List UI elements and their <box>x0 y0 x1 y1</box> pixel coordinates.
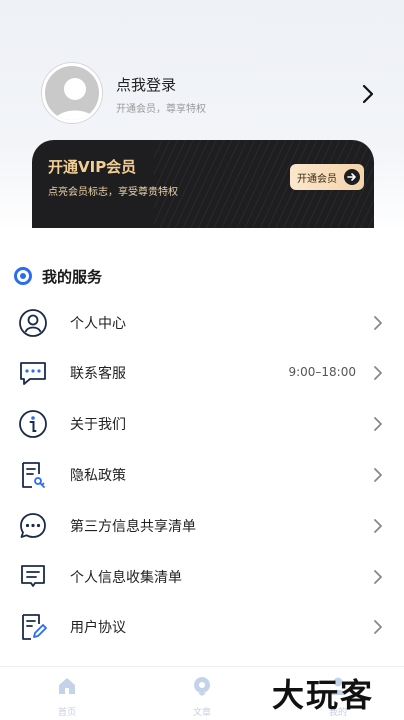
chat-icon <box>20 362 46 385</box>
user-icon <box>19 309 47 337</box>
menu-item-privacy-policy[interactable]: 隐私政策 <box>0 453 404 497</box>
chevron-right-icon <box>374 468 382 482</box>
section-dot-icon <box>14 267 32 285</box>
chevron-right-icon[interactable] <box>360 84 376 104</box>
menu-item-personal-info-collection[interactable]: 个人信息收集清单 <box>0 555 404 599</box>
chevron-right-icon <box>374 316 382 330</box>
login-title[interactable]: 点我登录 <box>116 74 176 95</box>
menu-item-label: 个人中心 <box>70 316 126 332</box>
home-icon <box>59 678 75 694</box>
menu-item-customer-service[interactable]: 联系客服 9:00–18:00 <box>0 351 404 395</box>
tab-articles[interactable]: 文章 <box>172 675 232 719</box>
tab-label: 首页 <box>57 708 76 718</box>
chat-dots-icon <box>20 513 46 538</box>
services-title: 我的服务 <box>42 267 103 286</box>
document-edit-icon <box>22 614 47 640</box>
menu-item-label: 隐私政策 <box>70 468 126 484</box>
vip-subtitle: 点亮会员标志，享受尊贵特权 <box>48 187 178 198</box>
menu-item-third-party-sharing[interactable]: 第三方信息共享清单 <box>0 504 404 548</box>
service-hours: 9:00–18:00 <box>288 365 356 379</box>
menu-item-label: 关于我们 <box>70 417 126 433</box>
services-header: 我的服务 <box>14 266 102 286</box>
menu-item-label: 用户协议 <box>70 620 126 636</box>
arrow-right-icon <box>344 169 360 185</box>
vip-card[interactable]: 开通VIP会员 点亮会员标志，享受尊贵特权 开通会员 <box>32 140 374 228</box>
chevron-right-icon <box>374 417 382 431</box>
avatar[interactable] <box>42 63 102 123</box>
open-vip-button[interactable]: 开通会员 <box>290 164 364 190</box>
open-vip-button-label: 开通会员 <box>297 173 337 185</box>
menu-item-label: 个人信息收集清单 <box>70 570 182 586</box>
menu-item-personal-center[interactable]: 个人中心 <box>0 301 404 345</box>
message-list-icon <box>21 565 45 587</box>
login-subtitle: 开通会员，尊享特权 <box>116 104 206 115</box>
chevron-right-icon <box>374 366 382 380</box>
menu-item-about-us[interactable]: 关于我们 <box>0 402 404 446</box>
chevron-right-icon <box>374 519 382 533</box>
vip-title: 开通VIP会员 <box>48 158 137 176</box>
profile-header[interactable]: 点我登录 开通会员，尊享特权 <box>0 60 404 130</box>
tab-home[interactable]: 首页 <box>37 675 97 719</box>
chevron-right-icon <box>374 570 382 584</box>
chevron-right-icon <box>374 620 382 634</box>
document-key-icon <box>22 462 45 488</box>
tab-label: 文章 <box>192 708 211 718</box>
watermark: 大玩客 <box>272 676 375 714</box>
info-icon <box>19 410 47 438</box>
services-panel: 我的服务 个人中心 联系客服 9:00–18:00 关于我们 隐私政策 第三方信… <box>0 228 404 668</box>
menu-item-label: 第三方信息共享清单 <box>70 519 196 535</box>
article-icon <box>194 677 210 696</box>
menu-item-label: 联系客服 <box>70 366 126 382</box>
menu-item-user-agreement[interactable]: 用户协议 <box>0 605 404 649</box>
